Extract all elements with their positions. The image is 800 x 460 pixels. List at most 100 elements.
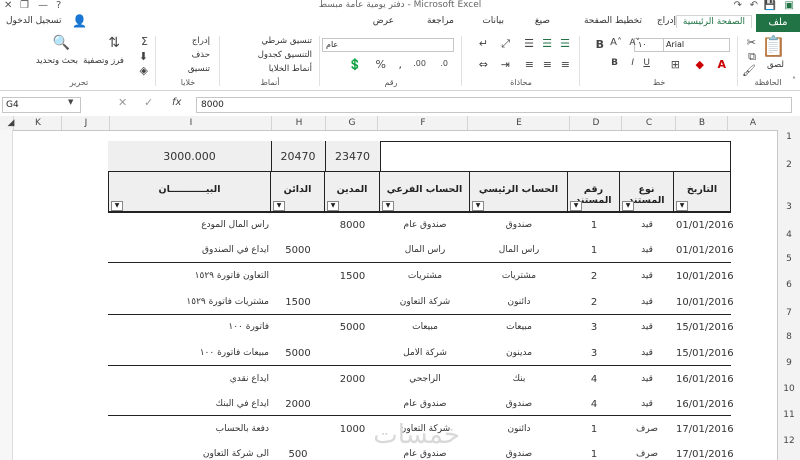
entry-type[interactable]: قيد [620, 220, 674, 230]
entry-description[interactable]: فاتورة ١٠٠ [109, 322, 269, 332]
increase-decimal-icon[interactable]: .00 [413, 59, 426, 68]
entry-debit[interactable]: 8000 [325, 220, 380, 231]
entry-type[interactable]: صرف [620, 424, 674, 434]
entry-type[interactable]: قيد [620, 271, 674, 281]
entry-debit[interactable]: 1500 [325, 271, 380, 282]
clear-icon[interactable]: ◈ [140, 64, 148, 77]
entry-main-account[interactable]: مدينون [470, 348, 568, 358]
column-header-g[interactable]: G [325, 116, 378, 130]
row-header[interactable]: 1 [778, 132, 800, 142]
format-painter-icon[interactable]: 🖌 [742, 64, 756, 77]
restore-icon[interactable]: ❐ [20, 0, 29, 11]
cut-icon[interactable]: ✂ [747, 36, 756, 49]
enter-formula-icon[interactable]: ✓ [144, 96, 153, 109]
entry-number[interactable]: 2 [568, 297, 620, 308]
entry-sub-account[interactable]: صندوق عام [380, 220, 470, 230]
row-header[interactable]: 10 [778, 384, 800, 394]
row-header[interactable]: 5 [778, 254, 800, 264]
tab-formulas[interactable]: صيغ [535, 16, 550, 26]
entry-main-account[interactable]: دائنون [470, 424, 568, 434]
format-cells-button[interactable]: تنسيق [188, 64, 210, 74]
formula-input[interactable]: 8000 [196, 97, 792, 113]
column-header-i[interactable]: I [109, 116, 272, 130]
entry-sub-account[interactable]: مشتريات [380, 271, 470, 281]
number-format-combo[interactable]: عام [322, 38, 454, 52]
row-header[interactable]: 7 [778, 308, 800, 318]
autosum-icon[interactable]: Σ [141, 35, 148, 48]
entry-number[interactable]: 2 [568, 271, 620, 282]
sort-filter-button[interactable]: فرز وتصفية [83, 56, 124, 66]
entry-debit[interactable]: 2000 [325, 374, 380, 385]
accounting-format-icon[interactable]: 💲 [348, 58, 362, 71]
entry-sub-account[interactable]: الراجحي [380, 374, 470, 384]
percent-icon[interactable]: % [376, 58, 386, 71]
entry-main-account[interactable]: مشتريات [470, 271, 568, 281]
filter-dropdown-icon[interactable]: ▼ [622, 201, 634, 211]
underline-icon[interactable]: U [643, 58, 650, 68]
filter-dropdown-icon[interactable]: ▼ [111, 201, 123, 211]
filter-dropdown-icon[interactable]: ▼ [570, 201, 582, 211]
column-header-j[interactable]: J [61, 116, 110, 130]
entry-number[interactable]: 3 [568, 322, 620, 333]
entry-description[interactable]: التعاون فاتورة ١٥٢٩ [109, 271, 269, 281]
entry-sub-account[interactable]: صندوق عام [380, 399, 470, 409]
align-middle-icon[interactable]: ☰ [542, 37, 552, 50]
column-header-c[interactable]: C [621, 116, 676, 130]
column-header-d[interactable]: D [569, 116, 622, 130]
paste-icon[interactable]: 📋 [761, 34, 786, 58]
orientation-icon[interactable]: ⤢ [501, 37, 510, 51]
entry-main-account[interactable]: صندوق [470, 399, 568, 409]
entry-credit[interactable]: 5000 [271, 348, 325, 359]
credit-total[interactable]: 20470 [271, 150, 325, 163]
entry-type[interactable]: قيد [620, 348, 674, 358]
fill-color-icon[interactable]: ◆ [696, 58, 704, 71]
entry-number[interactable]: 1 [568, 424, 620, 435]
entry-description[interactable]: مبيعات فاتورة ١٠٠ [109, 348, 269, 358]
decrease-decimal-icon[interactable]: .0 [440, 59, 448, 68]
entry-sub-account[interactable]: مبيعات [380, 322, 470, 332]
entry-date[interactable]: 17/01/2016 [676, 424, 734, 435]
grow-font-icon[interactable]: A˄ [610, 37, 622, 48]
shrink-font-icon[interactable]: A˅ [629, 38, 640, 48]
entry-description[interactable]: راس المال المودع [109, 220, 269, 230]
align-bottom-icon[interactable]: ☰ [524, 37, 534, 50]
italic-icon[interactable]: I [631, 58, 634, 68]
entry-main-account[interactable]: بنك [470, 374, 568, 384]
entry-description[interactable]: مشتريات فاتورة ١٥٢٩ [109, 297, 269, 307]
find-icon[interactable]: 🔍 [53, 35, 70, 51]
redo-icon[interactable]: ↷ [734, 0, 742, 11]
entry-debit[interactable]: 1000 [325, 424, 380, 435]
entry-type[interactable]: قيد [620, 399, 674, 409]
undo-icon[interactable]: ↶ [750, 0, 758, 11]
entry-type[interactable]: قيد [620, 374, 674, 384]
entry-sub-account[interactable]: شركة التعاون [380, 297, 470, 307]
font-name-combo[interactable]: Arial [662, 38, 730, 52]
align-left-icon[interactable]: ≡ [525, 58, 534, 71]
close-icon[interactable]: ✕ [4, 0, 12, 11]
entry-date[interactable]: 10/01/2016 [676, 297, 734, 308]
copy-icon[interactable]: ⧉ [748, 50, 756, 64]
entry-sub-account[interactable]: راس المال [380, 245, 470, 255]
select-all-corner[interactable]: ◢ [0, 116, 22, 130]
borders-icon[interactable]: ⊞ [671, 58, 680, 71]
row-header[interactable]: 2 [778, 160, 800, 170]
indent-icon[interactable]: ⇥ [501, 58, 510, 71]
filter-dropdown-icon[interactable]: ▼ [327, 201, 339, 211]
debit-total[interactable]: 23470 [325, 150, 380, 163]
column-header-a[interactable]: A [727, 116, 778, 130]
entry-main-account[interactable]: دائنون [470, 297, 568, 307]
merge-cells-icon[interactable]: ⇔ [479, 58, 488, 71]
tab-file[interactable]: ملف [756, 14, 800, 32]
minimize-icon[interactable]: — [38, 0, 48, 11]
entry-date[interactable]: 17/01/2016 [676, 449, 734, 460]
entry-number[interactable]: 1 [568, 245, 620, 256]
cell-styles-button[interactable]: أنماط الخلايا [269, 64, 312, 74]
align-center-icon[interactable]: ≡ [543, 58, 552, 71]
tab-page-layout[interactable]: تخطيط الصفحة [584, 16, 642, 26]
entry-description[interactable]: ايداع في البنك [109, 399, 269, 409]
column-header-b[interactable]: B [675, 116, 728, 130]
format-as-table-button[interactable]: التنسيق كجدول [258, 50, 312, 60]
comma-style-icon[interactable]: , [399, 58, 403, 71]
tab-data[interactable]: بيانات [482, 16, 504, 26]
column-header-h[interactable]: H [271, 116, 326, 130]
